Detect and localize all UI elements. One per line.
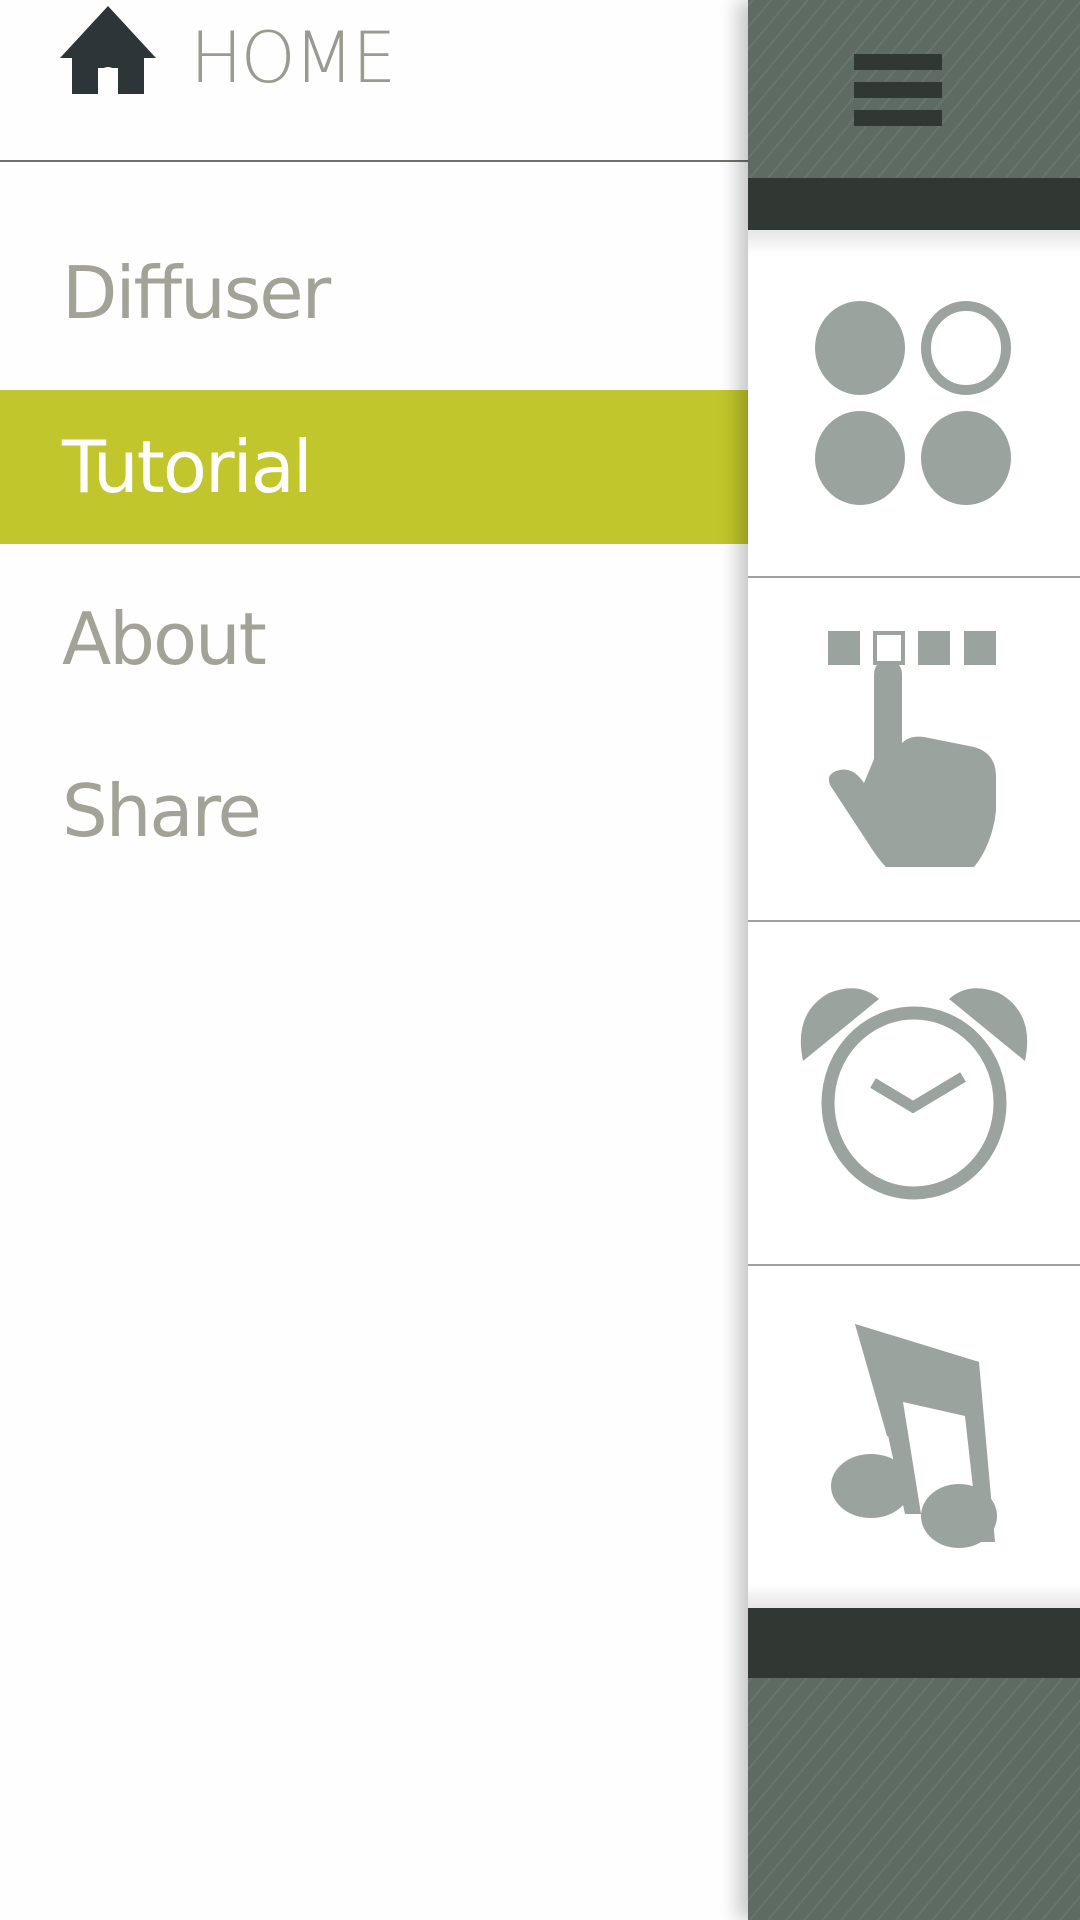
menu-toggle-button[interactable] bbox=[808, 48, 1018, 138]
rail-item-alarm[interactable] bbox=[748, 922, 1080, 1264]
menu-item-tutorial[interactable]: Tutorial bbox=[0, 390, 748, 544]
alarm-clock-icon bbox=[800, 988, 1028, 1200]
rail-item-music[interactable] bbox=[748, 1266, 1080, 1608]
rail-item-diffuser[interactable] bbox=[748, 230, 1080, 576]
menu-item-label: Share bbox=[62, 769, 262, 853]
rail-shadow-bottom bbox=[748, 1584, 1080, 1608]
rail-header-band bbox=[748, 178, 1080, 230]
icon-rail bbox=[748, 0, 1080, 1920]
menu-item-label: Diffuser bbox=[62, 251, 331, 335]
home-icon bbox=[60, 6, 156, 94]
tap-gesture-icon bbox=[828, 631, 996, 867]
menu-item-label: Tutorial bbox=[62, 425, 313, 509]
hamburger-menu-icon bbox=[854, 54, 942, 126]
rail-footer-background bbox=[748, 1678, 1080, 1920]
home-divider bbox=[0, 160, 748, 162]
rail-item-tutorial[interactable] bbox=[748, 578, 1080, 920]
menu-item-share[interactable]: Share bbox=[0, 734, 748, 888]
menu-item-about[interactable]: About bbox=[0, 562, 748, 716]
rail-shadow-top bbox=[748, 230, 1080, 254]
menu-item-label: About bbox=[62, 597, 267, 681]
home-button[interactable]: HOME bbox=[0, 0, 748, 160]
menu-item-diffuser[interactable]: Diffuser bbox=[0, 216, 748, 370]
home-label: HOME bbox=[190, 17, 396, 99]
rail-footer-band bbox=[748, 1608, 1080, 1678]
music-note-icon bbox=[831, 1324, 997, 1548]
four-dots-icon bbox=[815, 301, 1011, 505]
navigation-drawer: HOME Diffuser Tutorial About Share bbox=[0, 0, 748, 1920]
